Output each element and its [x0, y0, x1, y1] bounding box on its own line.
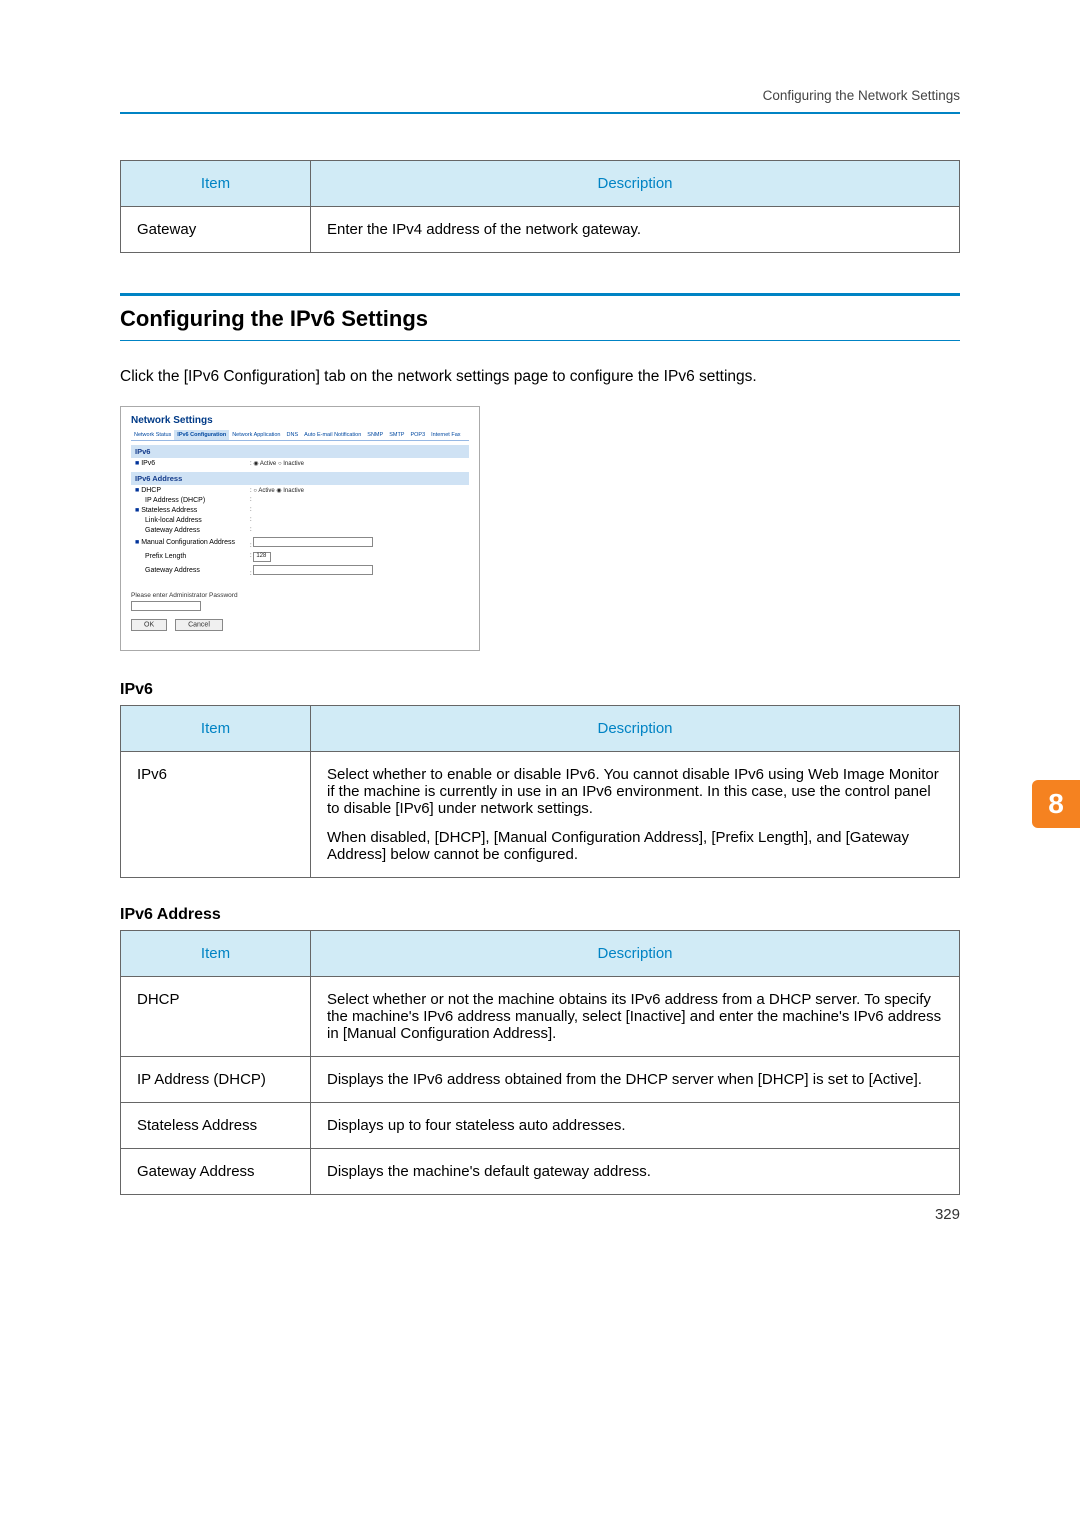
cell-desc: Displays up to four stateless auto addre… [311, 1103, 960, 1149]
cell-item: IPv6 [121, 752, 311, 878]
subhead-ipv6: IPv6 [120, 681, 960, 699]
tab-snmp[interactable]: SNMP [364, 430, 386, 440]
th-item: Item [121, 161, 311, 207]
table-row: DHCP Select whether or not the machine o… [121, 977, 960, 1057]
stateless-label: Stateless Address [135, 507, 250, 514]
cell-item: Gateway [121, 207, 311, 253]
table-row: Gateway Enter the IPv4 address of the ne… [121, 207, 960, 253]
cell-desc: Displays the IPv6 address obtained from … [311, 1057, 960, 1103]
ipdhcp-label: IP Address (DHCP) [135, 497, 250, 504]
section-heading: Configuring the IPv6 Settings [120, 293, 960, 341]
screenshot-tabs: Network Status IPv6 Configuration Networ… [131, 430, 469, 441]
admin-note: Please enter Administrator Password [131, 592, 469, 599]
table-row: Gateway Address Displays the machine's d… [121, 1149, 960, 1195]
radio-dhcp-inactive[interactable]: Inactive [276, 488, 304, 494]
ga-label: Gateway Address [135, 527, 250, 534]
tab-dns[interactable]: DNS [284, 430, 302, 440]
cell-desc: Displays the machine's default gateway a… [311, 1149, 960, 1195]
mca-label: Manual Configuration Address [135, 539, 250, 546]
page-number: 329 [935, 1206, 960, 1223]
screenshot-bar-ipv6: IPv6 [131, 445, 469, 458]
desc-para1: Select whether to enable or disable IPv6… [327, 766, 943, 817]
cell-item: DHCP [121, 977, 311, 1057]
tab-pop3[interactable]: POP3 [407, 430, 428, 440]
admin-password-field[interactable] [131, 601, 201, 611]
th-desc: Description [311, 931, 960, 977]
intro-paragraph: Click the [IPv6 Configuration] tab on th… [120, 365, 960, 388]
screenshot-title: Network Settings [131, 415, 469, 426]
ok-button[interactable]: OK [131, 619, 167, 631]
gaddr-field[interactable] [253, 565, 373, 575]
header-rule [120, 112, 960, 114]
table-row: IPv6 Select whether to enable or disable… [121, 752, 960, 878]
cell-desc: Enter the IPv4 address of the network ga… [311, 207, 960, 253]
tab-smtp[interactable]: SMTP [386, 430, 407, 440]
prefix-field[interactable]: 128 [253, 552, 271, 562]
header-breadcrumb: Configuring the Network Settings [763, 88, 960, 103]
tab-network-app[interactable]: Network Application [229, 430, 283, 440]
ga-val: : [250, 527, 252, 533]
tab-network-status[interactable]: Network Status [131, 430, 174, 440]
screenshot-bar-ipv6addr: IPv6 Address [131, 472, 469, 485]
tab-auto-email[interactable]: Auto E-mail Notification [301, 430, 364, 440]
table-row: IP Address (DHCP) Displays the IPv6 addr… [121, 1057, 960, 1103]
radio-active[interactable]: Active [253, 461, 276, 467]
ipv6-label: IPv6 [135, 460, 250, 467]
table-ipv6: Item Description IPv6 Select whether to … [120, 705, 960, 878]
cell-item: Stateless Address [121, 1103, 311, 1149]
radio-dhcp-active[interactable]: Active [253, 488, 274, 494]
linklocal-label: Link-local Address [135, 517, 250, 524]
desc-para2: When disabled, [DHCP], [Manual Configura… [327, 829, 943, 863]
prefix-label: Prefix Length [135, 553, 250, 560]
linklocal-val: : [250, 517, 252, 523]
cell-desc: Select whether to enable or disable IPv6… [311, 752, 960, 878]
gaddr-label: Gateway Address [135, 567, 250, 574]
th-item: Item [121, 931, 311, 977]
cell-desc: Select whether or not the machine obtain… [311, 977, 960, 1057]
mca-field[interactable] [253, 537, 373, 547]
table-row: Stateless Address Displays up to four st… [121, 1103, 960, 1149]
dhcp-label: DHCP [135, 487, 250, 494]
th-desc: Description [311, 161, 960, 207]
cancel-button[interactable]: Cancel [175, 619, 223, 631]
table-ipv6addr: Item Description DHCP Select whether or … [120, 930, 960, 1195]
chapter-tab: 8 [1032, 780, 1080, 828]
radio-inactive[interactable]: Inactive [278, 461, 304, 467]
table-gateway: Item Description Gateway Enter the IPv4 … [120, 160, 960, 253]
cell-item: Gateway Address [121, 1149, 311, 1195]
th-item: Item [121, 706, 311, 752]
settings-screenshot: Network Settings Network Status IPv6 Con… [120, 406, 480, 651]
tab-ifax[interactable]: Internet Fax [428, 430, 463, 440]
cell-item: IP Address (DHCP) [121, 1057, 311, 1103]
subhead-ipv6addr: IPv6 Address [120, 906, 960, 924]
tab-ipv6-config[interactable]: IPv6 Configuration [174, 430, 229, 440]
th-desc: Description [311, 706, 960, 752]
